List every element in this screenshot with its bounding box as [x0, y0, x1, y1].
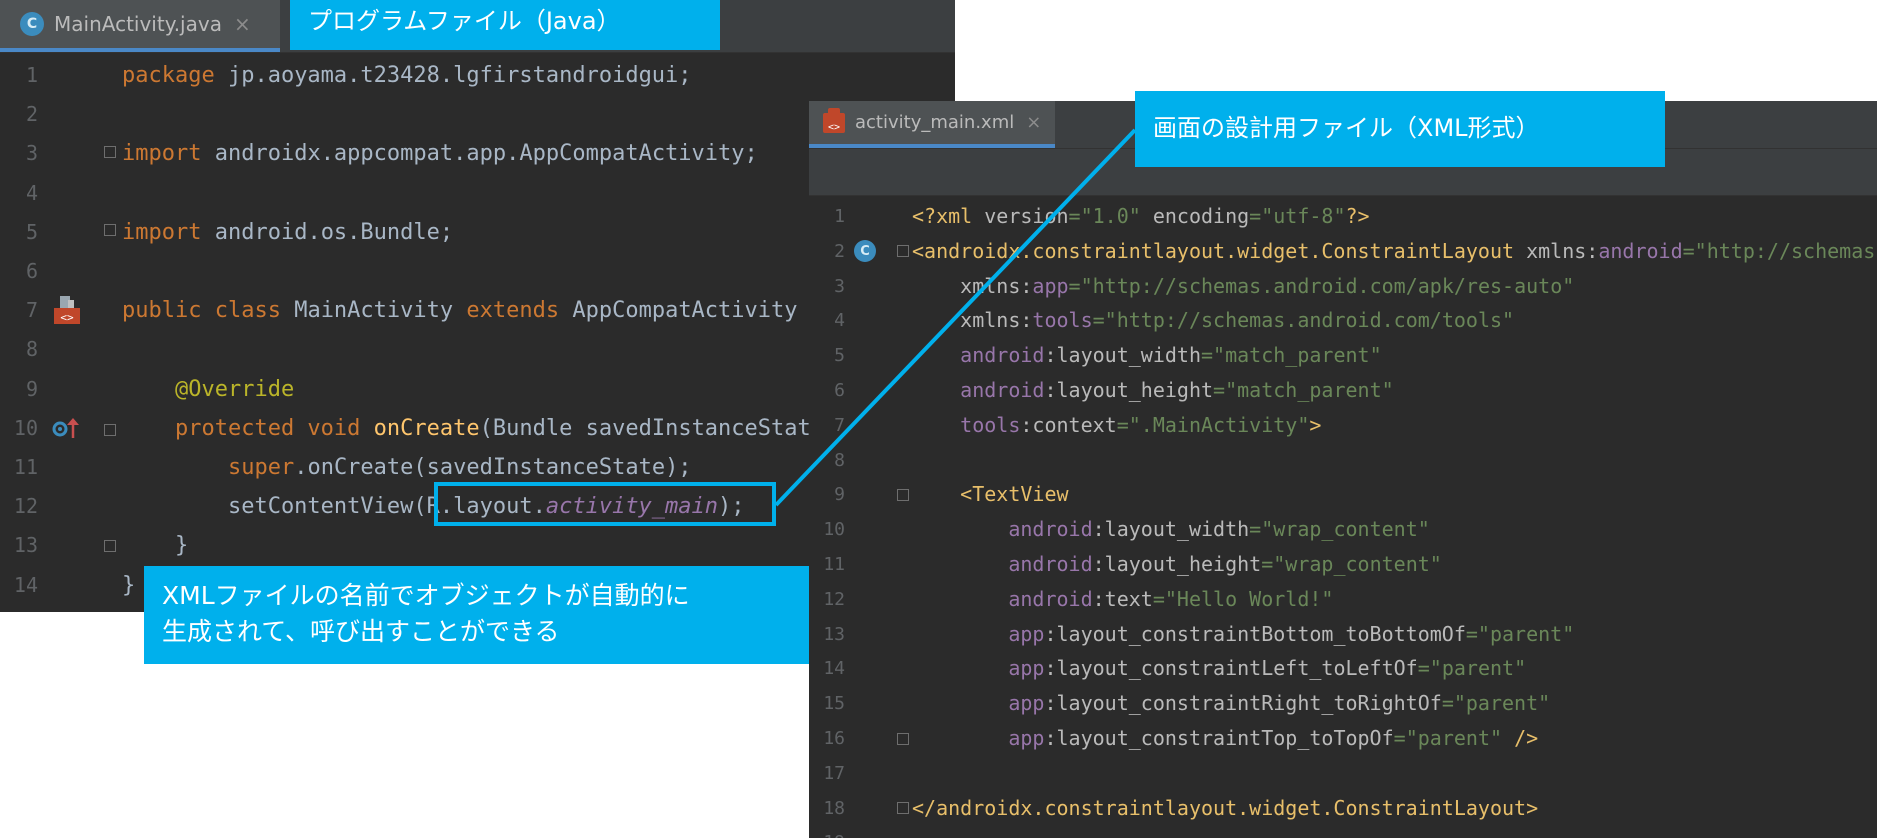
connector-line — [774, 128, 1137, 507]
